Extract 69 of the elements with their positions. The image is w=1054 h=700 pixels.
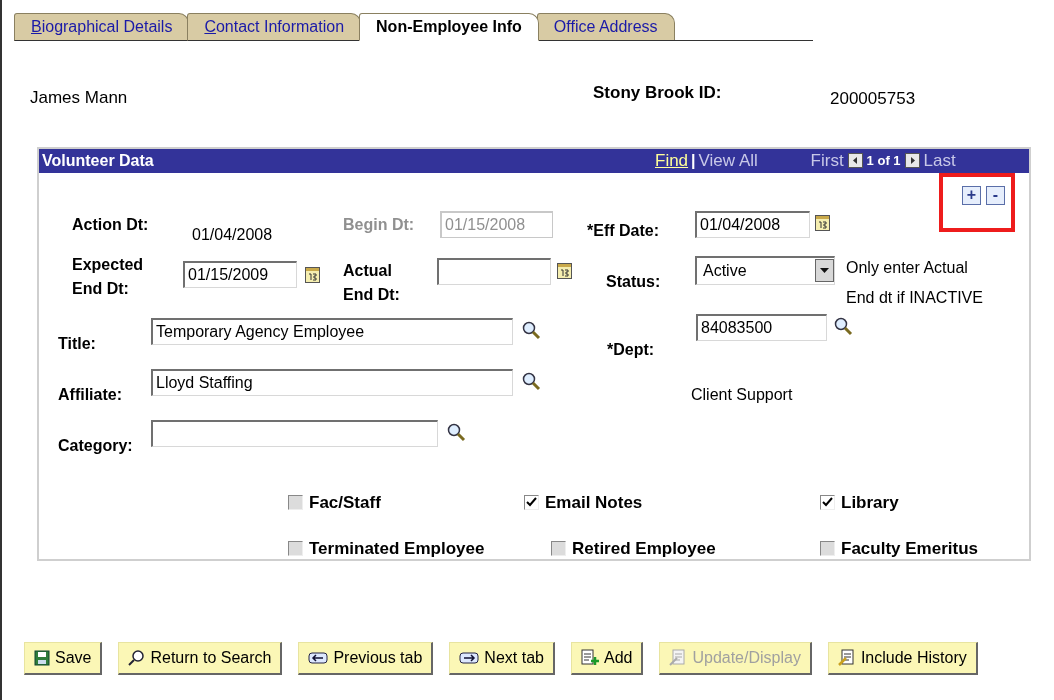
search-icon[interactable] xyxy=(446,421,466,442)
view-all-link[interactable]: View All xyxy=(698,147,811,174)
checkbox-label: Library xyxy=(841,491,899,514)
search-icon[interactable] xyxy=(521,370,541,391)
field-label: Affiliate: xyxy=(58,384,123,405)
checkbox[interactable] xyxy=(524,495,539,510)
person-name: James Mann xyxy=(30,87,129,109)
tab[interactable]: Biographical Details xyxy=(14,13,190,41)
checkbox[interactable] xyxy=(551,541,566,556)
document-icon xyxy=(669,649,688,666)
field-label: *Dept: xyxy=(607,339,656,360)
checkbox-label: Email Notes xyxy=(545,491,643,514)
floppy-icon xyxy=(34,649,50,666)
toolbar-button[interactable]: Include History xyxy=(827,641,978,675)
checkmark-icon xyxy=(526,497,537,508)
tab[interactable]: Contact Information xyxy=(187,13,362,41)
search-icon xyxy=(128,649,146,666)
field-label: Begin Dt: xyxy=(343,214,416,235)
checkbox[interactable] xyxy=(820,541,835,556)
delete-row-button[interactable]: - xyxy=(986,185,1005,205)
search-icon[interactable] xyxy=(833,315,853,336)
department-name: Client Support xyxy=(691,384,793,405)
calendar-icon[interactable] xyxy=(557,261,572,279)
calendar-icon[interactable] xyxy=(815,213,830,231)
checkbox-label: Terminated Employee xyxy=(309,537,485,560)
checkbox-label: Retired Employee xyxy=(572,537,716,560)
date-field[interactable]: 01/15/2009 xyxy=(183,260,297,288)
field-label: Category: xyxy=(58,435,134,456)
next-icon[interactable] xyxy=(904,153,920,168)
add-document-icon xyxy=(580,649,599,666)
toolbar-button[interactable]: Return to Search xyxy=(118,641,283,675)
date-field[interactable] xyxy=(437,257,551,285)
find-link[interactable]: Find xyxy=(655,147,689,174)
row-count: 1 of 1 xyxy=(866,151,901,170)
lookup-field[interactable]: Temporary Agency Employee xyxy=(151,317,513,345)
id-value: 200005753 xyxy=(830,88,916,110)
lookup-field[interactable]: 84083500 xyxy=(696,313,827,341)
field-label: *Eff Date: xyxy=(586,220,660,241)
separator: | xyxy=(691,150,696,171)
tab[interactable]: Office Address xyxy=(536,13,675,41)
date-field[interactable]: 01/04/2008 xyxy=(695,210,810,238)
previous-icon[interactable] xyxy=(847,153,863,168)
toolbar-button[interactable]: Previous tab xyxy=(298,641,434,675)
toolbar-button[interactable]: Next tab xyxy=(449,641,555,675)
field-label: Action Dt: xyxy=(72,214,150,235)
checkbox-label: Fac/Staff xyxy=(309,491,381,514)
add-row-button[interactable]: + xyxy=(962,185,981,205)
document-pencil-icon xyxy=(837,649,856,666)
field-value: 01/04/2008 xyxy=(192,224,274,245)
checkmark-icon xyxy=(822,497,833,508)
toolbar-button[interactable]: Save xyxy=(24,641,103,675)
checkbox[interactable] xyxy=(288,495,303,510)
field-label: Status: xyxy=(606,271,662,292)
section-title: Volunteer Data xyxy=(42,150,155,171)
status-dropdown[interactable]: Active xyxy=(695,255,835,285)
calendar-icon[interactable] xyxy=(305,265,320,283)
checkbox[interactable] xyxy=(288,541,303,556)
field-label: Actual End Dt: xyxy=(343,260,401,305)
field-label: Title: xyxy=(58,333,97,354)
search-icon[interactable] xyxy=(521,319,541,340)
field-label: Expected End Dt: xyxy=(72,254,145,299)
tab[interactable]: Non-Employee Info xyxy=(359,13,539,41)
lookup-field[interactable] xyxy=(151,419,438,447)
lookup-field[interactable]: Lloyd Staffing xyxy=(151,368,513,396)
id-label: Stony Brook ID: xyxy=(593,82,723,104)
toolbar-button[interactable]: Add xyxy=(570,641,644,675)
status-note: Only enter Actual End dt if INACTIVE xyxy=(846,257,983,308)
checkbox[interactable] xyxy=(820,495,835,510)
checkbox-label: Faculty Emeritus xyxy=(841,537,978,560)
